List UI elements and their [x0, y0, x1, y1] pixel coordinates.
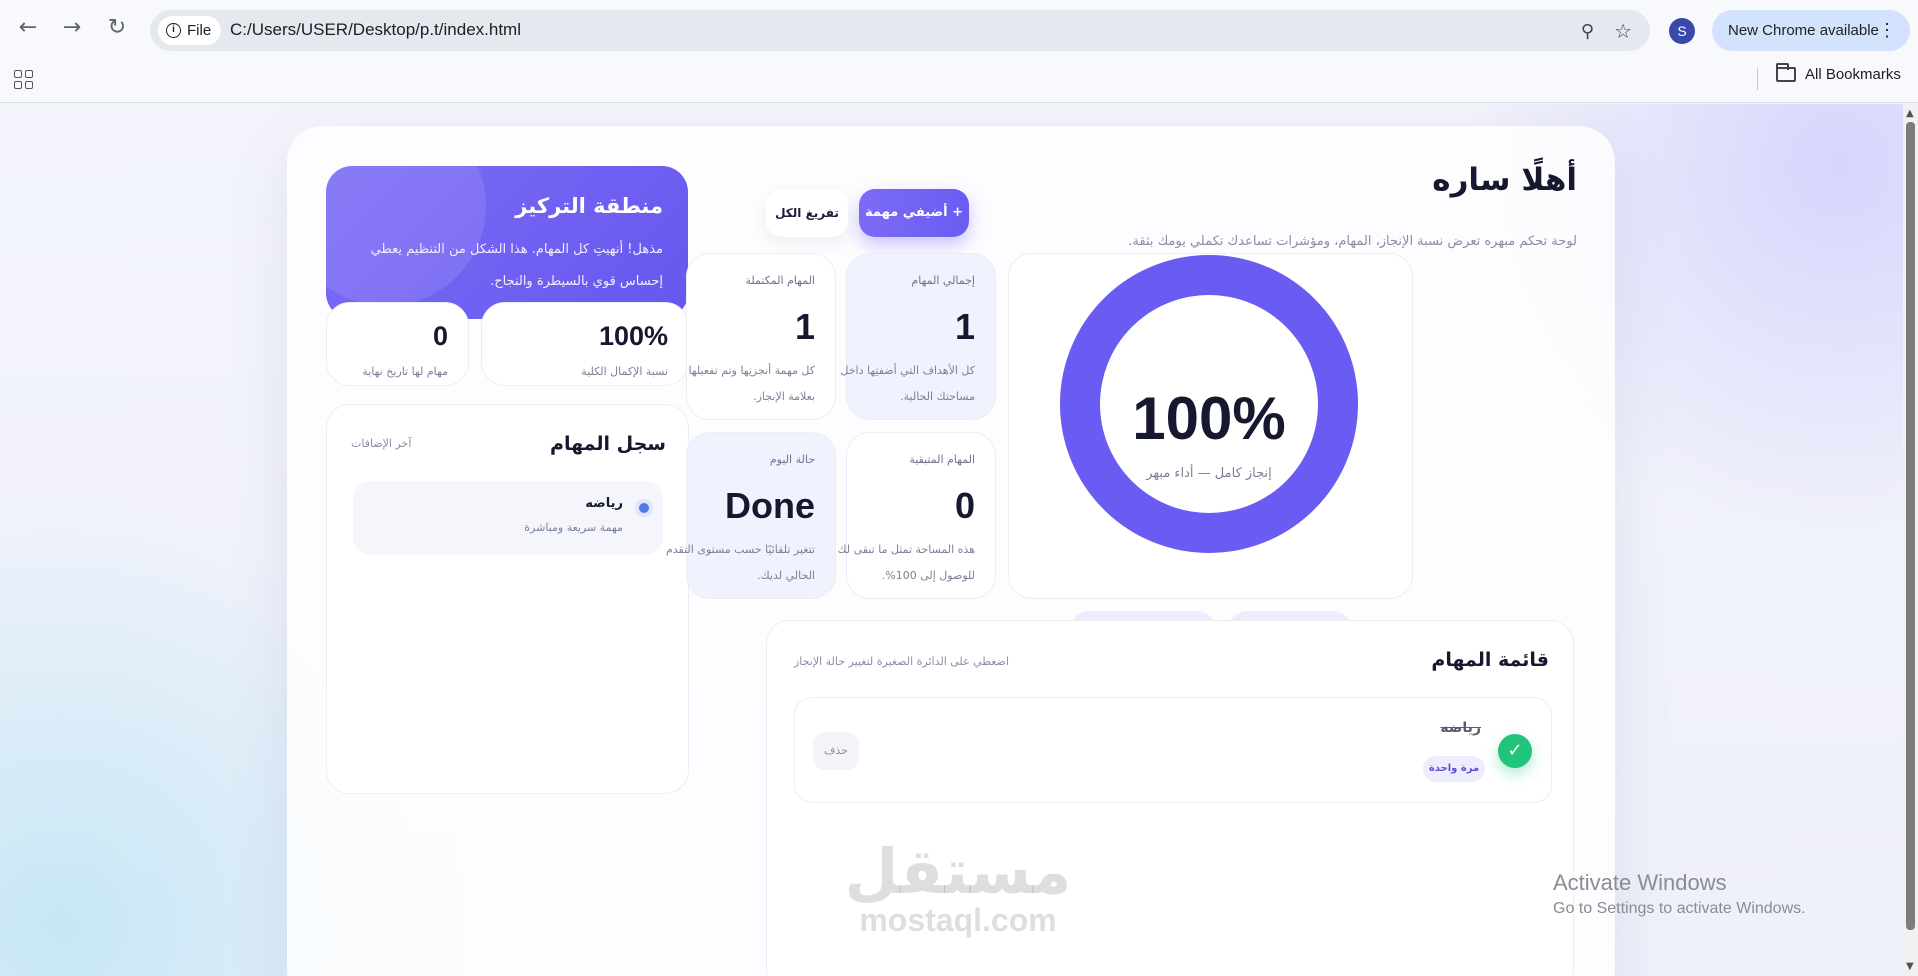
- add-task-button[interactable]: + أضيفي مهمة: [859, 189, 969, 237]
- total-tasks-desc: كل الأهداف التي أضفتِها داخل مساحتك الحا…: [840, 364, 975, 403]
- task-list-hint: اضغطي على الدائرة الصغيرة لتغيير حالة ال…: [794, 655, 1010, 668]
- page-scrollbar[interactable]: ▲ ▼: [1903, 104, 1918, 976]
- task-log-title: سجل المهام: [550, 433, 666, 455]
- total-tasks-label: إجمالي المهام: [911, 274, 975, 287]
- deadline-tasks-card: 0 مهام لها تاريخ نهاية: [326, 302, 469, 386]
- menu-kebab-icon[interactable]: ⋮: [1878, 10, 1896, 51]
- forward-arrow-icon[interactable]: →: [58, 14, 86, 42]
- deadline-tasks-label: مهام لها تاريخ نهاية: [362, 365, 448, 378]
- task-log-subtitle: آخر الإضافات: [351, 437, 412, 450]
- task-name: رياضه: [1440, 720, 1481, 736]
- file-chip-label: File: [187, 22, 212, 39]
- delete-task-button[interactable]: حذف: [813, 732, 859, 770]
- progress-percent: 100%: [1132, 385, 1286, 452]
- completed-tasks-desc: كل مهمة أنجزتِها وتم تفعيلها بعلامة الإن…: [688, 364, 815, 403]
- zoom-icon[interactable]: ⚲: [1581, 21, 1594, 42]
- task-log-item-name: رياضه: [585, 496, 623, 511]
- completion-rate-card: 100% نسبة الإكمال الكلية: [481, 302, 689, 386]
- focus-card: منطقة التركيز مذهل! أنهيتِ كل المهام. هذ…: [326, 166, 688, 319]
- remaining-tasks-card: المهام المتبقية 0 هذه المساحة تمثل ما تب…: [838, 432, 996, 599]
- completion-rate-label: نسبة الإكمال الكلية: [581, 365, 668, 378]
- today-status-label: حالة اليوم: [769, 453, 815, 466]
- apps-grid-icon[interactable]: [14, 70, 33, 89]
- dashboard-shell: أهلًا ساره لوحة تحكم مبهره تعرض نسبة الإ…: [287, 126, 1615, 976]
- task-log-item: رياضه مهمة سريعة ومباشرة: [353, 481, 663, 555]
- today-status-card: حالة اليوم Done تتغير تلقائيًا حسب مستوى…: [666, 432, 836, 599]
- update-chrome-label: New Chrome available: [1728, 22, 1879, 39]
- bookmarks-divider: [1757, 68, 1758, 90]
- scroll-down-arrow-icon[interactable]: ▼: [1906, 961, 1914, 972]
- bookmarks-bar: All Bookmarks: [0, 60, 1918, 103]
- progress-caption: إنجاز كامل — أداء مبهر: [1146, 466, 1272, 481]
- activate-windows-title: Activate Windows: [1553, 870, 1727, 895]
- progress-card: 100% إنجاز كامل — أداء مبهر تم الوصول إل…: [1008, 253, 1413, 649]
- remaining-tasks-value: 0: [954, 485, 975, 526]
- url-text[interactable]: C:/Users/USER/Desktop/p.t/index.html: [230, 20, 521, 40]
- scrollbar-thumb[interactable]: [1906, 122, 1915, 930]
- completion-rate-value: 100%: [598, 321, 668, 351]
- activate-windows-subtitle: Go to Settings to activate Windows.: [1553, 900, 1806, 917]
- total-tasks-card: إجمالي المهام 1 كل الأهداف التي أضفتِها …: [840, 253, 996, 420]
- today-status-desc: تتغير تلقائيًا حسب مستوى التقدم الحالي ل…: [665, 543, 815, 582]
- activate-windows-notice: Activate Windows Go to Settings to activ…: [1553, 870, 1806, 918]
- info-icon: i: [166, 23, 181, 38]
- focus-body: مذهل! أنهيتِ كل المهام. هذا الشكل من الت…: [370, 242, 663, 289]
- back-arrow-icon[interactable]: ←: [14, 14, 42, 42]
- task-log-card: سجل المهام آخر الإضافات رياضه مهمة سريعة…: [326, 404, 689, 794]
- profile-avatar[interactable]: S: [1669, 18, 1695, 44]
- today-status-value: Done: [725, 485, 815, 526]
- total-tasks-value: 1: [954, 306, 975, 347]
- remaining-tasks-label: المهام المتبقية: [909, 453, 975, 466]
- completed-tasks-label: المهام المكتملة: [745, 274, 815, 287]
- update-chrome-button[interactable]: New Chrome available ⋮: [1712, 10, 1910, 51]
- check-toggle-icon[interactable]: ✓: [1498, 734, 1532, 768]
- scroll-up-arrow-icon[interactable]: ▲: [1906, 108, 1914, 119]
- focus-title: منطقة التركيز: [515, 194, 663, 218]
- task-list-title: قائمة المهام: [1431, 649, 1549, 671]
- status-dot-icon: [635, 499, 653, 517]
- greeting-title: أهلًا ساره: [1432, 162, 1577, 198]
- site-info-chip[interactable]: i File: [158, 16, 222, 45]
- folder-icon: [1776, 63, 1796, 82]
- completed-tasks-value: 1: [794, 306, 815, 347]
- task-log-item-desc: مهمة سريعة ومباشرة: [524, 521, 623, 534]
- remaining-tasks-desc: هذه المساحة تمثل ما تبقى لك للوصول إلى 1…: [837, 543, 976, 582]
- browser-toolbar: ← → ↻ i File C:/Users/USER/Desktop/p.t/i…: [0, 0, 1918, 60]
- clear-all-button[interactable]: تفريغ الكل: [766, 189, 848, 237]
- task-row: ✓ رياضه مرة واحدة حذف: [794, 697, 1552, 803]
- page-viewport: أهلًا ساره لوحة تحكم مبهره تعرض نسبة الإ…: [0, 104, 1903, 976]
- deadline-tasks-value: 0: [432, 321, 448, 351]
- bookmark-star-icon[interactable]: ☆: [1614, 19, 1632, 43]
- greeting-subtitle: لوحة تحكم مبهره تعرض نسبة الإنجاز، المها…: [1128, 234, 1577, 249]
- task-list-card: قائمة المهام اضغطي على الدائرة الصغيرة ل…: [766, 620, 1574, 976]
- completed-tasks-card: المهام المكتملة 1 كل مهمة أنجزتِها وتم ت…: [686, 253, 836, 420]
- reload-icon[interactable]: ↻: [103, 14, 131, 42]
- all-bookmarks-button[interactable]: All Bookmarks: [1776, 63, 1901, 83]
- address-bar[interactable]: i File C:/Users/USER/Desktop/p.t/index.h…: [150, 10, 1650, 51]
- all-bookmarks-label: All Bookmarks: [1805, 66, 1901, 83]
- task-frequency-badge: مرة واحدة: [1423, 756, 1485, 782]
